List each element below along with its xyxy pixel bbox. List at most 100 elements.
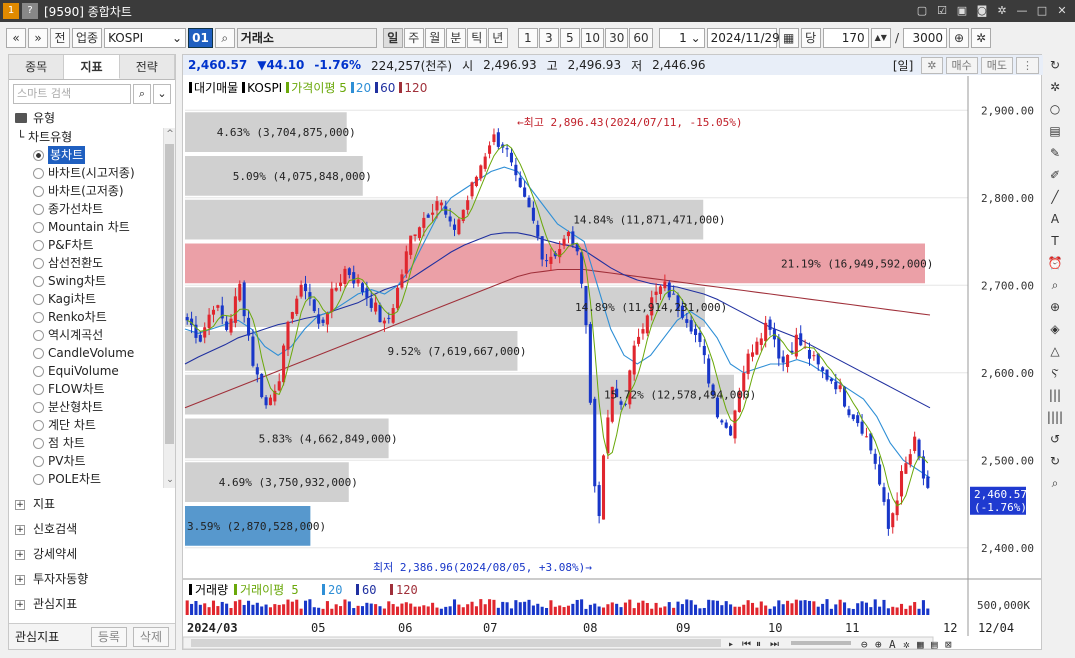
zigzag-icon[interactable]: Ⲋ — [1046, 364, 1064, 382]
expand-plus-icon[interactable]: + — [15, 499, 25, 510]
dang-button[interactable]: 당 — [800, 28, 821, 48]
redo-icon[interactable]: ↻ — [1046, 452, 1064, 470]
alarm-icon[interactable]: ⏰ — [1046, 254, 1064, 272]
search-icon[interactable]: ⌕ — [214, 28, 235, 48]
triangle-icon[interactable]: △ — [1046, 342, 1064, 360]
text-icon[interactable]: T — [1046, 232, 1064, 250]
bottom-tool-icon[interactable]: ✲ — [903, 638, 910, 650]
toolbar-gear-icon[interactable]: ✲ — [971, 28, 991, 48]
spinner-icon[interactable]: ▲▼ — [870, 28, 891, 48]
scroll-up-icon[interactable]: ^ — [164, 129, 175, 141]
chart-type-item[interactable]: 삼선전환도 — [9, 254, 175, 272]
expand-plus-icon[interactable]: + — [15, 524, 25, 535]
time-scroll-thumb[interactable] — [191, 639, 721, 647]
chart-type-item[interactable]: Mountain 차트 — [9, 218, 175, 236]
radio-icon[interactable] — [33, 221, 44, 233]
save-icon[interactable]: ▣ — [955, 4, 969, 18]
prev-icon[interactable]: « — [6, 28, 26, 48]
search-icon[interactable]: ⌕ — [133, 84, 151, 104]
chart-type-item[interactable]: EquiVolume — [9, 362, 175, 380]
interval-button-10[interactable]: 10 — [580, 28, 605, 48]
zoom-plus-icon[interactable]: ⊕ — [949, 28, 969, 48]
radio-icon[interactable] — [33, 347, 44, 359]
bars-icon[interactable]: ||| — [1046, 386, 1064, 404]
expand-plus-icon[interactable]: + — [15, 599, 25, 610]
chart-type-item[interactable]: 역시계곡선 — [9, 326, 175, 344]
chart-type-item[interactable]: CandleVolume — [9, 344, 175, 362]
chevron-down-icon[interactable]: ⌄ — [153, 84, 171, 104]
indicator-group[interactable]: + 관심지표 — [9, 592, 175, 617]
radio-icon[interactable] — [33, 473, 44, 485]
speed-slider[interactable] — [791, 641, 851, 645]
playback-icon[interactable]: ⏭ — [770, 639, 779, 650]
zoom-icon[interactable]: ⌕ — [1046, 276, 1064, 294]
circle-icon[interactable]: ○ — [1046, 100, 1064, 118]
search-icon[interactable]: ⌕ — [1046, 474, 1064, 492]
interval-button-30[interactable]: 30 — [605, 28, 629, 48]
pen-icon[interactable]: ✎ — [1046, 144, 1064, 162]
register-button[interactable]: 등록 — [90, 626, 127, 647]
undo-icon[interactable]: ↺ — [1046, 430, 1064, 448]
radio-icon[interactable] — [33, 257, 44, 269]
bottom-tool-icon[interactable]: ⊕ — [875, 638, 882, 650]
radio-icon[interactable] — [33, 185, 44, 197]
camera-icon[interactable]: ◙ — [975, 4, 989, 18]
help-icon[interactable]: ? — [22, 3, 38, 19]
maximize-icon[interactable]: □ — [1035, 4, 1049, 18]
close-icon[interactable]: ✕ — [1055, 4, 1069, 18]
bottom-tool-icon[interactable]: ▦ — [917, 638, 924, 650]
symbol-input[interactable]: KOSPI ⌄ — [104, 28, 187, 48]
bottom-tool-icon[interactable]: ▤ — [931, 638, 938, 650]
scroll-thumb[interactable] — [165, 144, 174, 444]
minimize-icon[interactable]: — — [1015, 4, 1029, 18]
chart-type-item[interactable]: 봉차트 — [9, 146, 175, 164]
max-input[interactable]: 3000 — [903, 28, 947, 48]
expand-plus-icon[interactable]: + — [15, 549, 25, 560]
market-field[interactable]: 거래소 — [236, 28, 377, 48]
settings-icon[interactable]: ✲ — [995, 4, 1009, 18]
radio-icon[interactable] — [33, 365, 44, 377]
playback-icon[interactable]: ⏮ — [742, 639, 751, 650]
chart-type-item[interactable]: 계단 차트 — [9, 416, 175, 434]
date-input[interactable]: 2024/11/29 — [706, 28, 780, 48]
bottom-tool-icon[interactable]: A — [889, 638, 896, 650]
app-icon[interactable]: 1 — [3, 3, 19, 19]
layers-icon[interactable]: ◈ — [1046, 320, 1064, 338]
left-tab-2[interactable]: 전략 — [120, 55, 175, 79]
scroll-down-icon[interactable]: ⌄ — [164, 475, 175, 487]
pen2-icon[interactable]: ✐ — [1046, 166, 1064, 184]
radio-icon[interactable] — [33, 239, 44, 251]
radio-icon[interactable] — [33, 383, 44, 395]
zoom-in-icon[interactable]: ⊕ — [1046, 298, 1064, 316]
playback-icon[interactable]: ▸ — [728, 639, 734, 650]
price-chart[interactable]: 2,900.00 2,800.00 2,700.00 2,600.00 2,500.00… — [183, 76, 1041, 650]
indicator-group[interactable]: + 투자자동향 — [9, 567, 175, 592]
interval-button-60[interactable]: 60 — [629, 28, 653, 48]
radio-icon[interactable] — [33, 455, 44, 467]
chart-type-item[interactable]: PV차트 — [9, 452, 175, 470]
checklist-icon[interactable]: ☑ — [935, 4, 949, 18]
period-tab-2[interactable]: 월 — [424, 28, 445, 48]
chart-type-item[interactable]: Swing차트 — [9, 272, 175, 290]
chart-type-item[interactable]: POLE차트 — [9, 470, 175, 488]
radio-icon[interactable] — [33, 275, 44, 287]
radio-icon[interactable] — [33, 203, 44, 215]
radio-icon[interactable] — [33, 401, 44, 413]
gear-icon[interactable]: ✲ — [1046, 78, 1064, 96]
section-type[interactable]: 유형 — [9, 108, 175, 128]
chart-type-item[interactable]: 점 차트 — [9, 434, 175, 452]
chart-type-item[interactable]: 바차트(시고저종) — [9, 164, 175, 182]
radio-icon[interactable] — [33, 437, 44, 449]
chart-type-item[interactable]: 바차트(고저종) — [9, 182, 175, 200]
period-tab-5[interactable]: 년 — [487, 28, 508, 48]
period-tab-1[interactable]: 주 — [403, 28, 424, 48]
chart-type-item[interactable]: FLOW차트 — [9, 380, 175, 398]
quote-gear-icon[interactable]: ✲ — [921, 56, 943, 74]
radio-icon[interactable] — [33, 329, 44, 341]
calendar-icon[interactable]: ▦ — [778, 28, 799, 48]
radio-icon[interactable] — [33, 167, 44, 179]
jeon-button[interactable]: 전 — [50, 28, 70, 48]
dropdown-icon[interactable]: » — [28, 28, 48, 48]
radio-icon[interactable] — [33, 419, 44, 431]
interval-button-3[interactable]: 3 — [538, 28, 559, 48]
